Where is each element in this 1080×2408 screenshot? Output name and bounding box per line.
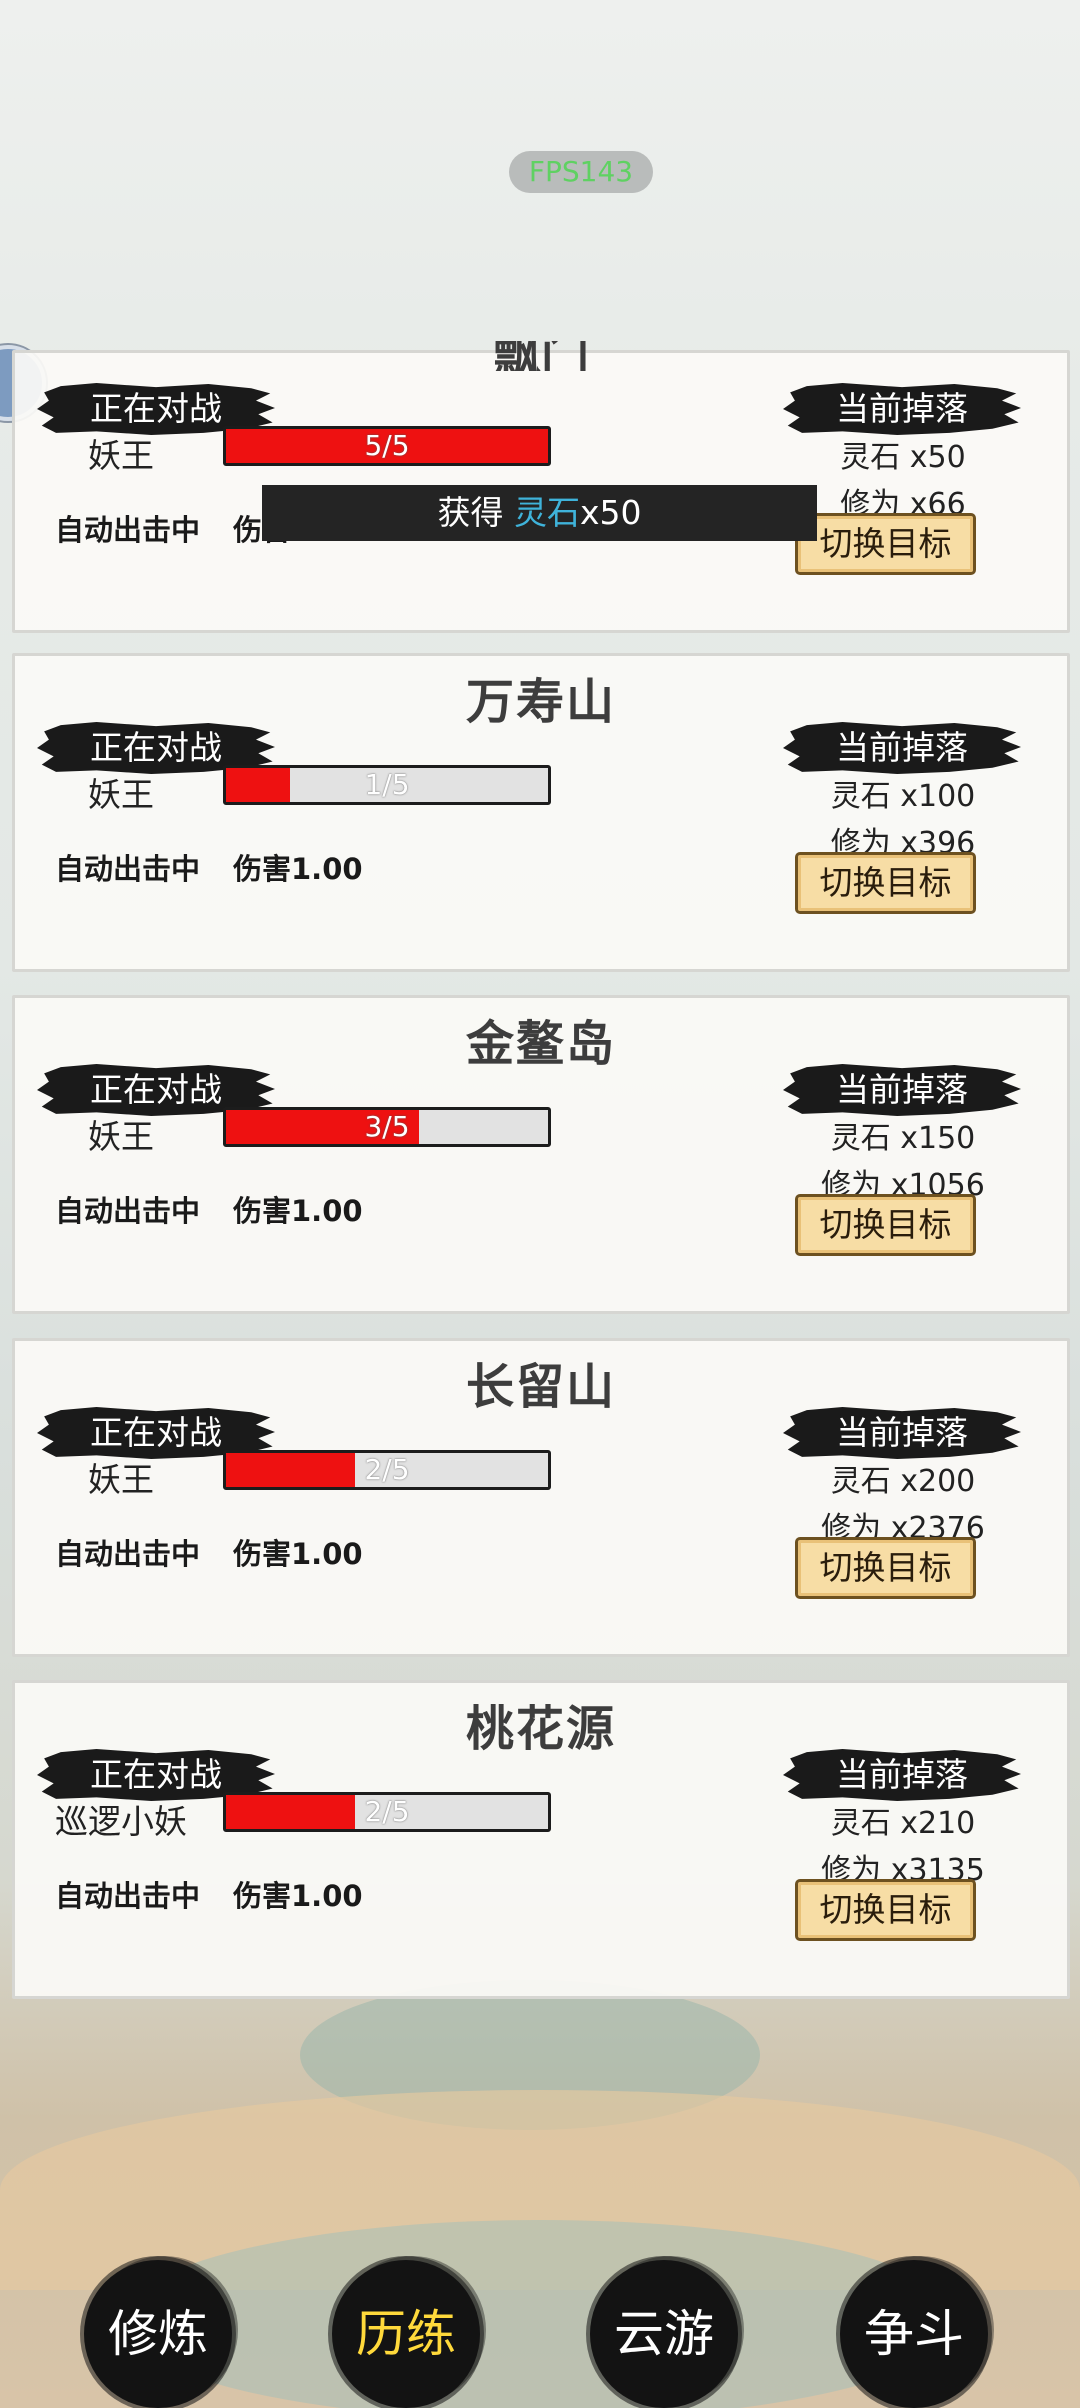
hp-bar: 3/5: [223, 1107, 551, 1147]
auto-attack-status: 自动出击中: [55, 1537, 201, 1571]
hp-text: 3/5: [364, 1110, 410, 1143]
hp-text: 1/5: [364, 768, 410, 801]
area-title: 万寿山: [465, 674, 616, 730]
nav-button[interactable]: 修炼: [84, 2260, 232, 2408]
damage-value: 伤害1.00: [233, 1537, 363, 1571]
area-title: 金鳌岛: [465, 1016, 616, 1072]
switch-target-button[interactable]: 切换目标: [795, 1879, 976, 1941]
toast-item: 灵石: [513, 493, 580, 532]
drop-label: 当前掉落: [783, 1064, 1021, 1116]
monster-name: 巡逻小妖: [55, 1802, 187, 1841]
drop-stone: 灵石 x200: [830, 1464, 976, 1499]
drop-label: 当前掉落: [783, 383, 1021, 435]
area-title: 飘门: [492, 341, 589, 371]
damage-value: 伤害1.00: [233, 852, 363, 886]
damage-value: 伤害1.00: [233, 1194, 363, 1228]
hp-text: 2/5: [364, 1795, 410, 1828]
area-card: 万寿山 正在对战 当前掉落 妖王 1/5 自动出击中 伤害1.00 灵石 x10…: [12, 653, 1070, 972]
auto-attack-status: 自动出击中: [55, 1879, 201, 1913]
hp-bar: 2/5: [223, 1792, 551, 1832]
hp-bar: 2/5: [223, 1450, 551, 1490]
drop-stone: 灵石 x210: [830, 1806, 976, 1841]
auto-attack-status: 自动出击中: [55, 852, 201, 886]
switch-target-button[interactable]: 切换目标: [795, 1194, 976, 1256]
drop-stone: 灵石 x100: [830, 779, 976, 814]
drop-stone: 灵石 x150: [830, 1121, 976, 1156]
switch-target-button[interactable]: 切换目标: [795, 852, 976, 914]
monster-name: 妖王: [88, 775, 154, 814]
switch-target-button[interactable]: 切换目标: [795, 513, 976, 575]
drop-stone: 灵石 x50: [840, 440, 966, 475]
auto-attack-status: 自动出击中: [55, 1194, 201, 1228]
hp-bar: 5/5: [223, 426, 551, 466]
nav-button[interactable]: 争斗: [840, 2260, 988, 2408]
drop-label: 当前掉落: [783, 722, 1021, 774]
monster-name: 妖王: [88, 436, 154, 475]
monster-name: 妖王: [88, 1117, 154, 1156]
bottom-nav: 修炼 历练 云游 争斗: [0, 2248, 1080, 2408]
damage-value: 伤害1.00: [233, 1879, 363, 1913]
toast-suffix: x50: [579, 493, 642, 532]
area-title: 桃花源: [465, 1701, 616, 1757]
hp-text: 5/5: [364, 429, 410, 462]
nav-button[interactable]: 历练: [332, 2260, 480, 2408]
switch-target-button[interactable]: 切换目标: [795, 1537, 976, 1599]
drop-label: 当前掉落: [783, 1407, 1021, 1459]
area-card: 金鳌岛 正在对战 当前掉落 妖王 3/5 自动出击中 伤害1.00 灵石 x15…: [12, 995, 1070, 1314]
hp-text: 2/5: [364, 1453, 410, 1486]
reward-toast: 获得 灵石x50: [262, 485, 817, 541]
area-title: 长留山: [465, 1359, 616, 1415]
auto-attack-status: 自动出击中: [55, 513, 201, 547]
toast-prefix: 获得: [437, 493, 514, 532]
area-title-clip: 飘门: [15, 341, 1067, 371]
area-card: 长留山 正在对战 当前掉落 妖王 2/5 自动出击中 伤害1.00 灵石 x20…: [12, 1338, 1070, 1657]
monster-name: 妖王: [88, 1460, 154, 1499]
nav-button[interactable]: 云游: [590, 2260, 738, 2408]
drop-label: 当前掉落: [783, 1749, 1021, 1801]
hp-bar: 1/5: [223, 765, 551, 805]
fps-counter: FPS143: [509, 151, 653, 193]
area-card: 桃花源 正在对战 当前掉落 巡逻小妖 2/5 自动出击中 伤害1.00 灵石 x…: [12, 1680, 1070, 1999]
